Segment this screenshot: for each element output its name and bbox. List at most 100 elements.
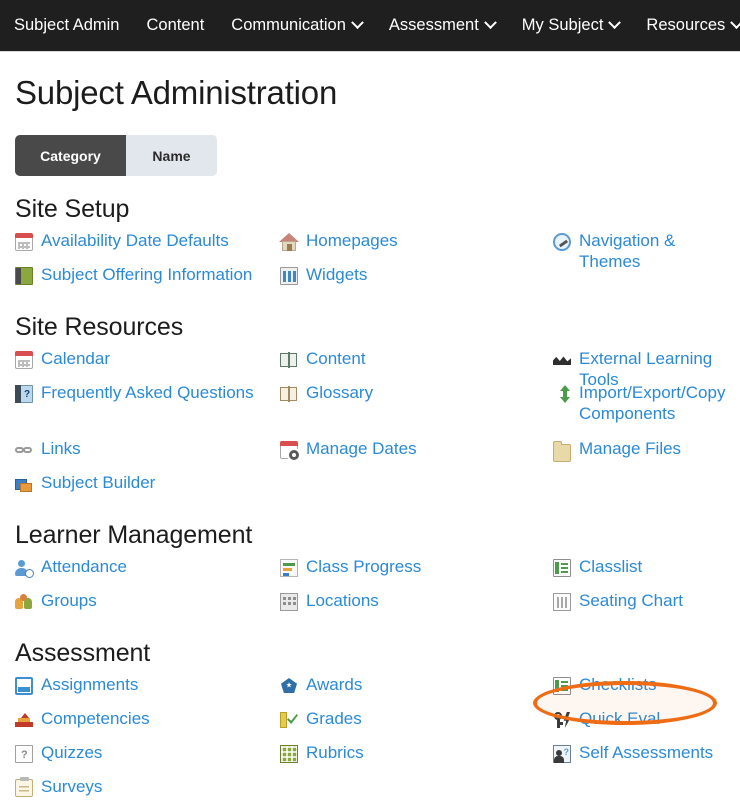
nav-item-label: Assessment: [388, 16, 479, 34]
link-row: ? Frequently Asked Questions Glossary Im…: [15, 382, 740, 423]
link-links[interactable]: Links: [15, 438, 81, 459]
link-label: Import/Export/Copy Components: [579, 383, 726, 423]
building-icon: [280, 593, 298, 611]
link-row: Links Manage Dates Manage Files: [15, 438, 740, 472]
section-site-setup: Site Setup Availability Date Defaults Ho…: [15, 195, 740, 298]
external-tool-icon: [553, 351, 571, 369]
nav-item-content[interactable]: Content: [146, 16, 204, 35]
pyramid-icon: [15, 711, 33, 729]
nav-item-label: My Subject: [521, 16, 604, 34]
link-subject-builder[interactable]: Subject Builder: [15, 472, 155, 493]
link-row: Surveys: [15, 776, 740, 810]
link-widgets[interactable]: Widgets: [280, 264, 367, 285]
link-row: Attendance Class Progress Classlist: [15, 556, 740, 590]
nav-item-my-subject[interactable]: My Subject: [521, 16, 622, 35]
link-grid: Assignments Awards Checklists Competenci…: [15, 674, 740, 810]
link-self-assessments[interactable]: ? Self Assessments: [553, 742, 713, 763]
link-row: Competencies Grades Quick Eval: [15, 708, 740, 742]
link-label: Class Progress: [306, 557, 422, 576]
link-locations[interactable]: Locations: [280, 590, 379, 611]
link-glossary[interactable]: Glossary: [280, 382, 373, 403]
link-grades[interactable]: Grades: [280, 708, 362, 729]
nav-item-label: Communication: [231, 16, 346, 34]
link-availability-date-defaults[interactable]: Availability Date Defaults: [15, 230, 229, 251]
link-label: Seating Chart: [579, 591, 683, 610]
link-label: Checklists: [579, 675, 657, 694]
link-label: Availability Date Defaults: [41, 231, 229, 250]
link-row: Groups Locations Seating Chart: [15, 590, 740, 624]
class-progress-icon: [280, 559, 298, 577]
page-title: Subject Administration: [15, 74, 338, 111]
link-checklists[interactable]: Checklists: [553, 674, 656, 695]
link-frequently-asked-questions[interactable]: ? Frequently Asked Questions: [15, 382, 254, 403]
section-assessment: Assessment Assignments Awards Checklists: [15, 639, 740, 810]
link-manage-files[interactable]: Manage Files: [553, 438, 681, 462]
link-row: Calendar Content External Learning Tools: [15, 348, 740, 389]
top-navigation-bar: Subject Admin Content Communication Asse…: [0, 0, 740, 52]
section-site-resources: Site Resources Calendar Content External…: [15, 313, 740, 506]
link-groups[interactable]: Groups: [15, 590, 97, 611]
link-subject-offering-information[interactable]: Subject Offering Information: [15, 264, 252, 285]
clipboard-icon: [15, 777, 33, 797]
nav-item-assessment[interactable]: Assessment: [388, 16, 497, 35]
link-label: Grades: [306, 709, 362, 728]
link-label: Competencies: [41, 709, 150, 728]
link-label: Subject Builder: [41, 473, 156, 492]
link-attendance[interactable]: Attendance: [15, 556, 128, 578]
book-icon: [15, 267, 33, 285]
link-label: Awards: [306, 675, 363, 694]
link-manage-dates[interactable]: Manage Dates: [280, 438, 417, 460]
link-grid: Attendance Class Progress Classlist Grou…: [15, 556, 740, 624]
link-grid: Calendar Content External Learning Tools…: [15, 348, 740, 506]
widgets-icon: [280, 267, 298, 285]
compass-icon: [553, 233, 571, 251]
nav-item-label: Content: [146, 16, 205, 34]
link-label: Calendar: [41, 349, 110, 368]
chevron-down-icon: [730, 16, 740, 30]
groups-icon: [15, 593, 33, 611]
subject-builder-icon: [15, 475, 33, 493]
quick-eval-icon: [553, 711, 571, 729]
tab-category[interactable]: Category: [15, 135, 126, 176]
link-import-export-copy-components[interactable]: Import/Export/Copy Components: [553, 382, 740, 424]
tab-label: Category: [40, 147, 101, 164]
link-awards[interactable]: Awards: [280, 674, 362, 695]
link-label: Rubrics: [306, 743, 364, 762]
classlist-icon: [553, 559, 571, 577]
link-row: Subject Offering Information Widgets: [15, 264, 740, 298]
link-label: Attendance: [41, 557, 128, 576]
link-content[interactable]: Content: [280, 348, 366, 369]
link-assignments[interactable]: Assignments: [15, 674, 138, 695]
open-book-tan-icon: [280, 385, 298, 403]
link-rubrics[interactable]: Rubrics: [280, 742, 364, 763]
nav-item-communication[interactable]: Communication: [231, 16, 364, 35]
link-surveys[interactable]: Surveys: [15, 776, 102, 797]
link-class-progress[interactable]: Class Progress: [280, 556, 421, 577]
link-seating-chart[interactable]: Seating Chart: [553, 590, 683, 611]
calendar-icon: [15, 351, 33, 369]
link-homepages[interactable]: Homepages: [279, 230, 398, 251]
tab-label: Name: [152, 147, 191, 164]
section-heading: Learner Management: [15, 521, 253, 549]
link-label: Surveys: [41, 777, 103, 796]
checklist-icon: [553, 677, 571, 695]
link-quick-eval[interactable]: Quick Eval: [553, 708, 660, 729]
link-calendar[interactable]: Calendar: [15, 348, 110, 369]
tab-name[interactable]: Name: [126, 135, 217, 176]
nav-item-subject-admin[interactable]: Subject Admin: [14, 16, 119, 35]
link-row: Availability Date Defaults Homepages Nav…: [15, 230, 740, 271]
link-label: Quick Eval: [579, 709, 661, 728]
house-icon: [279, 233, 299, 251]
view-toggle-tabs: Category Name: [15, 135, 217, 176]
link-label: Widgets: [306, 265, 368, 284]
link-label: Content: [306, 349, 366, 368]
chevron-down-icon: [351, 16, 364, 30]
link-label: Homepages: [306, 231, 398, 250]
nav-item-resources[interactable]: Resources: [646, 16, 740, 35]
link-label: Glossary: [306, 383, 374, 402]
link-classlist[interactable]: Classlist: [553, 556, 642, 577]
calendar-icon: [15, 233, 33, 251]
section-heading: Site Resources: [15, 313, 184, 341]
link-competencies[interactable]: Competencies: [15, 708, 150, 729]
link-quizzes[interactable]: ? Quizzes: [15, 742, 102, 763]
